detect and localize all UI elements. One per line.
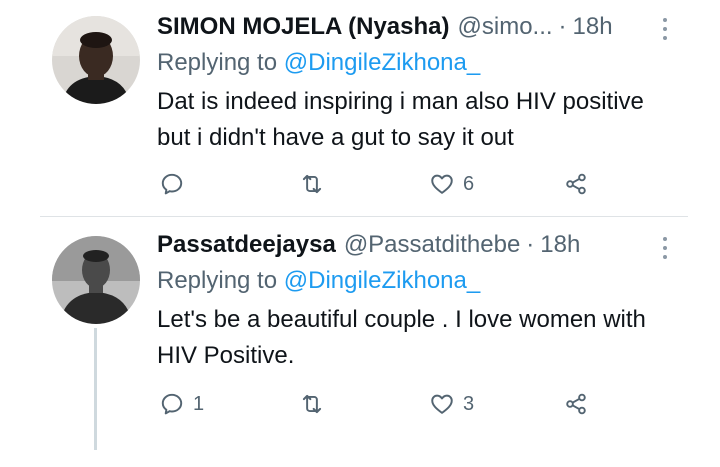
avatar[interactable]	[52, 236, 140, 324]
timestamp[interactable]: 18h	[540, 227, 580, 263]
separator-dot: ·	[526, 231, 535, 258]
tweet[interactable]: SIMON MOJELA (Nyasha) @simo... · 18h Rep…	[0, 0, 720, 217]
like-button[interactable]: 3	[429, 388, 474, 420]
retweet-button[interactable]	[299, 168, 333, 200]
tweet-text: Let's be a beautiful couple . I love wom…	[157, 306, 646, 369]
thread-line	[94, 328, 97, 450]
author-handle[interactable]: @simo...	[458, 9, 553, 45]
replying-to: Replying to @DingileZikhona_	[157, 45, 680, 81]
like-count: 3	[463, 392, 475, 415]
reply-count: 1	[193, 392, 205, 415]
action-bar: 6	[157, 168, 617, 200]
tweet-text: Dat is indeed inspiring i man also HIV p…	[157, 88, 644, 151]
more-options-dot	[663, 36, 667, 40]
author-name[interactable]: Passatdeejaysa	[157, 227, 336, 263]
tweet-content: Passatdeejaysa @Passatdithebe · 18h Repl…	[157, 227, 680, 374]
more-options-button[interactable]	[662, 18, 668, 44]
more-options-dot	[663, 246, 667, 250]
avatar[interactable]	[52, 16, 140, 104]
reply-icon	[161, 173, 183, 195]
tweet-header: SIMON MOJELA (Nyasha) @simo... · 18h	[157, 9, 680, 45]
author-name[interactable]: SIMON MOJELA (Nyasha)	[157, 9, 450, 45]
share-button[interactable]	[563, 388, 589, 420]
share-icon	[566, 393, 586, 415]
tweet-header: Passatdeejaysa @Passatdithebe · 18h	[157, 227, 680, 263]
retweet-icon	[302, 394, 322, 414]
mention-link[interactable]: @DingileZikhona_	[284, 49, 480, 76]
retweet-button[interactable]	[299, 388, 333, 420]
avatar-image	[52, 16, 140, 104]
like-button[interactable]: 6	[429, 168, 474, 200]
reply-button[interactable]	[159, 168, 193, 200]
timestamp[interactable]: 18h	[573, 9, 613, 45]
more-options-dot	[663, 27, 667, 31]
tweet[interactable]: Passatdeejaysa @Passatdithebe · 18h Repl…	[0, 218, 720, 467]
share-button[interactable]	[563, 168, 589, 200]
reply-icon	[161, 393, 183, 415]
like-count: 6	[463, 172, 475, 195]
tweet-content: SIMON MOJELA (Nyasha) @simo... · 18h Rep…	[157, 9, 680, 156]
heart-icon	[431, 394, 453, 414]
action-bar: 1 3	[157, 388, 617, 420]
divider	[40, 216, 688, 217]
avatar-image	[52, 236, 140, 324]
retweet-icon	[302, 174, 322, 194]
more-options-button[interactable]	[662, 237, 668, 263]
separator-dot: ·	[558, 13, 567, 40]
reply-button[interactable]: 1	[159, 388, 204, 420]
replying-to: Replying to @DingileZikhona_	[157, 263, 680, 299]
more-options-icon	[663, 237, 667, 241]
replying-prefix: Replying to	[157, 267, 284, 294]
more-options-dot	[663, 255, 667, 259]
share-icon	[566, 173, 586, 195]
author-handle[interactable]: @Passatdithebe	[344, 227, 520, 263]
mention-link[interactable]: @DingileZikhona_	[284, 267, 480, 294]
heart-icon	[431, 174, 453, 194]
replying-prefix: Replying to	[157, 49, 284, 76]
more-options-icon	[663, 18, 667, 22]
